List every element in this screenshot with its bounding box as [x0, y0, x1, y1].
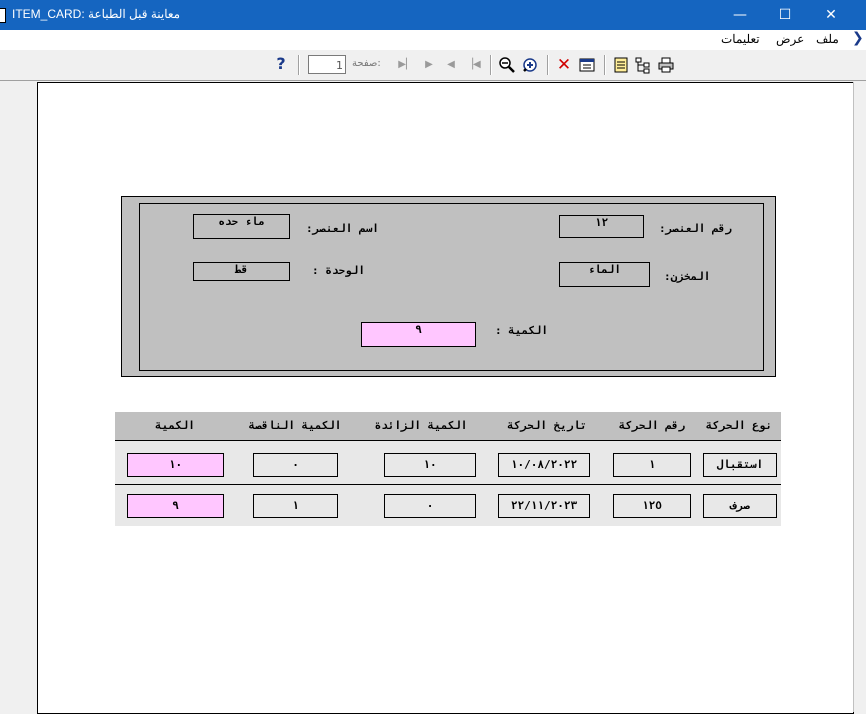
toolbar-separator	[490, 55, 492, 75]
cell-movement-type: استقبال	[703, 453, 777, 477]
cell-quantity: ٩	[127, 494, 224, 518]
page-setup-icon[interactable]	[578, 56, 596, 74]
header-movement-number: رقم الحركة	[606, 412, 697, 441]
vertical-scrollbar[interactable]	[853, 82, 866, 712]
menu-bar: ملف عرض تعليمات ❯	[0, 30, 866, 50]
cell-movement-number: ١٢٥	[613, 494, 691, 518]
app-icon	[0, 8, 6, 23]
item-number-label: رقم العنصر:	[659, 222, 732, 235]
page-label: صفحة:	[352, 58, 381, 69]
item-name-label: اسم العنصر:	[306, 222, 379, 235]
quantity-label: الكمية :	[495, 324, 548, 337]
tree-icon[interactable]	[634, 56, 652, 74]
header-movement-type: نوع الحركة	[696, 412, 781, 441]
unit-label: الوحدة :	[312, 264, 365, 277]
quantity-value: ٩	[361, 322, 476, 347]
help-icon[interactable]: ?	[272, 55, 290, 73]
first-page-icon[interactable]: ▕◀	[464, 56, 482, 74]
page-number-input[interactable]: 1	[308, 55, 346, 74]
cell-movement-number: ١	[613, 453, 691, 477]
cell-movement-type: صرف	[703, 494, 777, 518]
cell-movement-date: ١٠/٠٨/٢٠٢٢	[498, 453, 590, 477]
menu-file[interactable]: ملف	[816, 32, 839, 46]
next-page-icon[interactable]: ▶	[420, 56, 438, 74]
toolbar-separator	[298, 55, 300, 75]
last-page-icon[interactable]: ▶▏	[397, 56, 415, 74]
cell-extra-qty: ٠	[384, 494, 476, 518]
header-quantity: الكمية	[115, 412, 235, 441]
cell-movement-date: ٢٢/١١/٢٠٢٣	[498, 494, 590, 518]
store-label: المخزن:	[664, 270, 711, 283]
close-button[interactable]: ✕	[808, 0, 854, 30]
export-icon[interactable]	[612, 56, 630, 74]
toolbar-separator	[604, 55, 606, 75]
cell-missing-qty: ٠	[253, 453, 338, 477]
minimize-button[interactable]: —	[717, 0, 763, 30]
title-bar: ITEM_CARD: معاينة قبل الطباعة — ☐ ✕	[0, 0, 866, 30]
zoom-in-icon[interactable]	[521, 56, 539, 74]
header-movement-date: تاريخ الحركة	[486, 412, 607, 441]
print-icon[interactable]	[657, 56, 675, 74]
store-value: الماء	[559, 262, 650, 287]
page-preview[interactable]	[37, 82, 854, 714]
chevron-left-icon[interactable]: ❯	[852, 30, 864, 46]
toolbar: ? ▶▏ ▶ ◀ ▕◀ ✕	[0, 50, 866, 81]
cell-quantity: ١٠	[127, 453, 224, 477]
close-preview-icon[interactable]: ✕	[555, 56, 573, 74]
toolbar-separator	[547, 55, 549, 75]
zoom-out-icon[interactable]	[498, 56, 516, 74]
menu-help[interactable]: تعليمات	[721, 32, 760, 46]
header-extra-qty: الكمية الزائدة	[354, 412, 487, 441]
maximize-button[interactable]: ☐	[762, 0, 808, 30]
header-missing-qty: الكمية الناقصة	[234, 412, 355, 441]
cell-missing-qty: ١	[253, 494, 338, 518]
cell-extra-qty: ١٠	[384, 453, 476, 477]
prev-page-icon[interactable]: ◀	[442, 56, 460, 74]
item-number-value: ١٢	[559, 215, 644, 238]
item-name-value: ماء حده	[193, 214, 290, 239]
menu-view[interactable]: عرض	[776, 32, 804, 46]
window-title: ITEM_CARD: معاينة قبل الطباعة	[12, 7, 181, 21]
unit-value: قط	[193, 262, 290, 281]
